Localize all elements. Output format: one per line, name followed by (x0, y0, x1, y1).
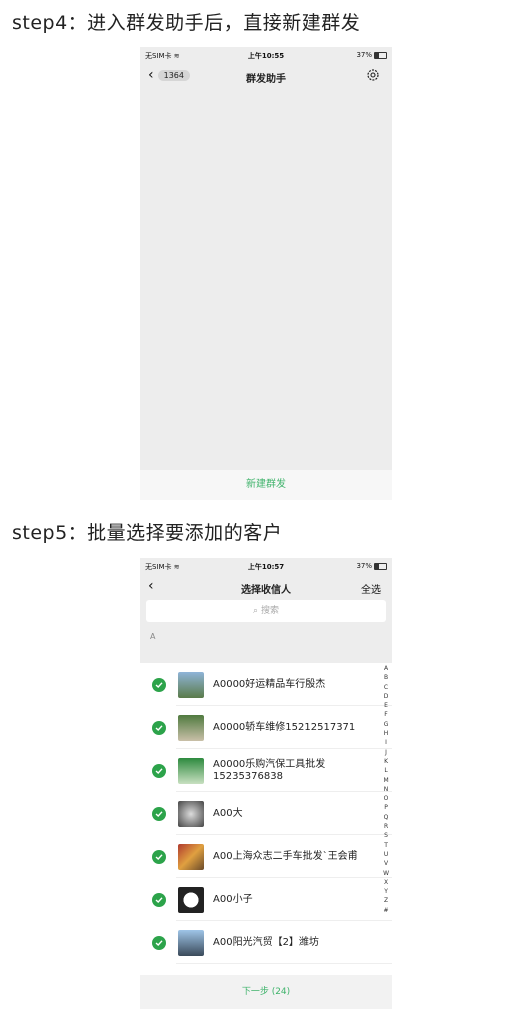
alphabet-index-letter[interactable]: G (383, 720, 389, 729)
phone-screen-step4: 无SIM卡 ≋ 上午10:55 37% ‹ 1364 群发助手 新建群发 (140, 47, 392, 500)
step4-heading: step4：进入群发助手后，直接新建群发 (12, 12, 361, 34)
status-bar: 无SIM卡 ≋ 上午10:55 37% (140, 47, 392, 63)
alphabet-index-letter[interactable]: Y (383, 887, 389, 896)
checked-icon[interactable] (152, 720, 166, 735)
alphabet-index-letter[interactable]: K (383, 757, 389, 766)
alphabet-index-letter[interactable]: P (383, 803, 389, 812)
search-input[interactable]: ⌕ 搜索 (146, 600, 386, 622)
section-header: A (150, 632, 156, 641)
page-title: 选择收信人 (241, 585, 291, 596)
alphabet-index-letter[interactable]: A (383, 664, 389, 673)
checked-icon[interactable] (152, 892, 166, 907)
contact-row[interactable]: A00上海众志二手车批发`王会甫 (140, 835, 392, 878)
contact-row[interactable]: A00小子 (140, 878, 392, 921)
alphabet-index-letter[interactable]: M (383, 776, 389, 785)
alphabet-index-letter[interactable]: B (383, 673, 389, 682)
alphabet-index-letter[interactable]: E (383, 701, 389, 710)
contact-name: A0000轿车维修15212517371 (213, 721, 356, 733)
alphabet-index-letter[interactable]: D (383, 692, 389, 701)
avatar (178, 757, 204, 784)
contact-name: A00大 (213, 807, 243, 819)
avatar (178, 929, 204, 956)
checked-icon[interactable] (152, 849, 166, 864)
search-icon: ⌕ (253, 606, 259, 616)
contact-list: A0000好运精品车行殷杰 A0000轿车维修15212517371 A0000… (140, 663, 392, 1009)
battery-icon (374, 562, 387, 570)
search-placeholder: 搜索 (260, 606, 279, 616)
page-title: 群发助手 (246, 74, 286, 85)
checked-icon[interactable] (152, 806, 166, 821)
contact-row[interactable]: A0000好运精品车行殷杰 (140, 663, 392, 706)
avatar (178, 800, 204, 827)
alphabet-index-letter[interactable]: T (383, 841, 389, 850)
contact-name: A0000乐购汽保工具批发15235376838 (213, 758, 326, 782)
alphabet-index-letter[interactable]: N (383, 785, 389, 794)
status-time: 上午10:55 (247, 52, 285, 60)
contact-row[interactable]: A0000乐购汽保工具批发15235376838 (140, 749, 392, 792)
checked-icon[interactable] (152, 763, 166, 778)
gear-icon[interactable] (366, 68, 380, 85)
alphabet-index-letter[interactable]: C (383, 683, 389, 692)
alphabet-index-letter[interactable]: F (383, 710, 389, 719)
alphabet-index-letter[interactable]: J (383, 748, 389, 757)
nav-bar: ‹ 选择收信人 全选 (140, 574, 392, 600)
alphabet-index-letter[interactable]: Z (383, 896, 389, 905)
avatar (178, 671, 204, 698)
checked-icon[interactable] (152, 935, 166, 950)
contact-name: A00上海众志二手车批发`王会甫 (213, 850, 358, 862)
contact-name: A00阳光汽贸【2】潍坊 (213, 936, 319, 948)
contact-row[interactable]: A0000轿车维修15212517371 (140, 706, 392, 749)
new-broadcast-button[interactable]: 新建群发 (140, 470, 392, 500)
contact-name: A0000好运精品车行殷杰 (213, 678, 326, 690)
step5-heading: step5：批量选择要添加的客户 (12, 522, 283, 544)
alphabet-index-letter[interactable]: I (383, 738, 389, 747)
alphabet-index[interactable]: A B C D E F G H I J K L M N O P Q R S T U V W X Y Z # (383, 664, 389, 915)
alphabet-index-letter[interactable]: S (383, 831, 389, 840)
avatar (178, 714, 204, 741)
alphabet-index-letter[interactable]: R (383, 822, 389, 831)
alphabet-index-letter[interactable]: # (383, 906, 389, 915)
alphabet-index-letter[interactable]: W (383, 869, 389, 878)
nav-bar: ‹ 1364 群发助手 (140, 63, 392, 89)
contact-row[interactable]: A00阳光汽贸【2】潍坊 (140, 921, 392, 964)
checked-icon[interactable] (152, 677, 166, 692)
contact-row[interactable]: A00大 (140, 792, 392, 835)
avatar (178, 886, 204, 913)
alphabet-index-letter[interactable]: H (383, 729, 389, 738)
contact-name: A00小子 (213, 893, 253, 905)
status-time: 上午10:57 (247, 563, 285, 571)
alphabet-index-letter[interactable]: L (383, 766, 389, 775)
phone-screen-step5: 无SIM卡 ≋ 上午10:57 37% ‹ 选择收信人 全选 ⌕ 搜索 A A0… (140, 558, 392, 1009)
alphabet-index-letter[interactable]: V (383, 859, 389, 868)
alphabet-index-letter[interactable]: X (383, 878, 389, 887)
alphabet-index-letter[interactable]: Q (383, 813, 389, 822)
status-bar: 无SIM卡 ≋ 上午10:57 37% (140, 558, 392, 574)
alphabet-index-letter[interactable]: U (383, 850, 389, 859)
status-battery: 37% (356, 562, 387, 570)
avatar (178, 843, 204, 870)
status-battery: 37% (356, 51, 387, 59)
alphabet-index-letter[interactable]: O (383, 794, 389, 803)
battery-icon (374, 51, 387, 59)
next-step-button[interactable]: 下一步 (24) (140, 975, 392, 1009)
select-all-button[interactable]: 全选 (361, 581, 381, 596)
